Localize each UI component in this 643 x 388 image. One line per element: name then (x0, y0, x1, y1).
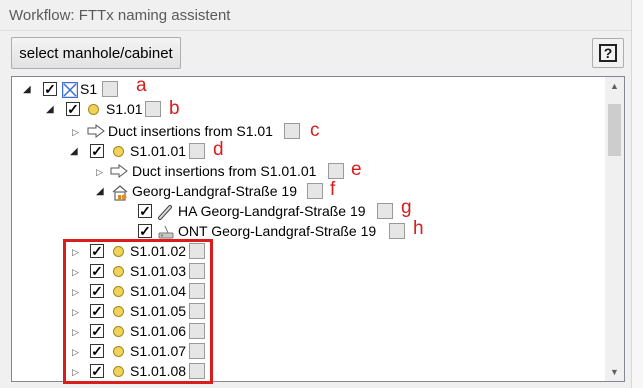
ont-device-icon (158, 225, 174, 239)
cabinet-icon (62, 82, 78, 98)
annotation-f: f (330, 179, 336, 200)
tree-node-label: Duct insertions from S1.01 (108, 123, 273, 139)
scroll-down-icon[interactable]: ▼ (605, 363, 624, 381)
status-square[interactable] (328, 163, 344, 179)
tree-node-label: Duct insertions from S1.01.01 (132, 163, 317, 179)
select-manhole-cabinet-button[interactable]: select manhole/cabinet (11, 37, 181, 69)
status-square[interactable] (377, 203, 393, 219)
house-icon (112, 185, 128, 201)
help-button[interactable]: ? (592, 38, 624, 68)
annotation-h: h (413, 218, 424, 239)
node-checkbox[interactable]: ✓ (138, 224, 152, 238)
tree-node-label: HA Georg-Landgraf-Straße 19 (178, 203, 366, 219)
cable-icon (158, 205, 172, 220)
tree-node-label: S1.01.01 (130, 143, 187, 159)
node-dot-icon (88, 104, 99, 115)
highlight-box (63, 239, 213, 384)
node-dot-icon (113, 146, 124, 157)
tree-vertical-scrollbar[interactable]: ▲ ▼ (605, 77, 624, 381)
node-checkbox[interactable]: ✓ (66, 102, 80, 116)
tree-node-label: Georg-Landgraf-Straße 19 (132, 183, 297, 199)
scrollbar-thumb[interactable] (608, 104, 621, 156)
annotation-b: b (169, 98, 180, 119)
status-square[interactable] (145, 101, 161, 117)
arrow-right-icon (87, 124, 105, 138)
tree-node-label: S1 (80, 81, 98, 97)
collapse-toggle-icon[interactable]: ◢ (70, 146, 78, 158)
window-edge (632, 0, 643, 388)
arrow-right-icon (110, 164, 128, 178)
node-checkbox[interactable]: ✓ (43, 82, 57, 96)
annotation-g: g (401, 197, 412, 218)
node-checkbox[interactable]: ✓ (138, 204, 152, 218)
expand-toggle-icon[interactable]: ▷ (96, 166, 103, 178)
annotation-c: c (310, 120, 320, 141)
status-square[interactable] (307, 183, 323, 199)
collapse-toggle-icon[interactable]: ◢ (23, 84, 31, 96)
scroll-up-icon[interactable]: ▲ (605, 77, 624, 95)
annotation-e: e (351, 159, 362, 180)
help-icon: ? (599, 44, 617, 62)
status-square[interactable] (284, 123, 300, 139)
tree-node-label: ONT Georg-Landgraf-Straße 19 (178, 223, 377, 239)
title-divider (0, 30, 631, 31)
workflow-panel: Workflow: FTTx naming assistent select m… (0, 0, 632, 388)
expand-toggle-icon[interactable]: ▷ (72, 126, 79, 138)
annotation-a: a (136, 76, 147, 96)
collapse-toggle-icon[interactable]: ◢ (46, 104, 54, 116)
status-square[interactable] (389, 223, 405, 239)
collapse-toggle-icon[interactable]: ◢ (96, 186, 104, 198)
window-title: Workflow: FTTx naming assistent (9, 7, 231, 24)
status-square[interactable] (189, 143, 205, 159)
annotation-d: d (213, 139, 224, 160)
node-checkbox[interactable]: ✓ (90, 144, 104, 158)
status-square[interactable] (102, 81, 118, 97)
tree-node-label: S1.01 (106, 101, 143, 117)
